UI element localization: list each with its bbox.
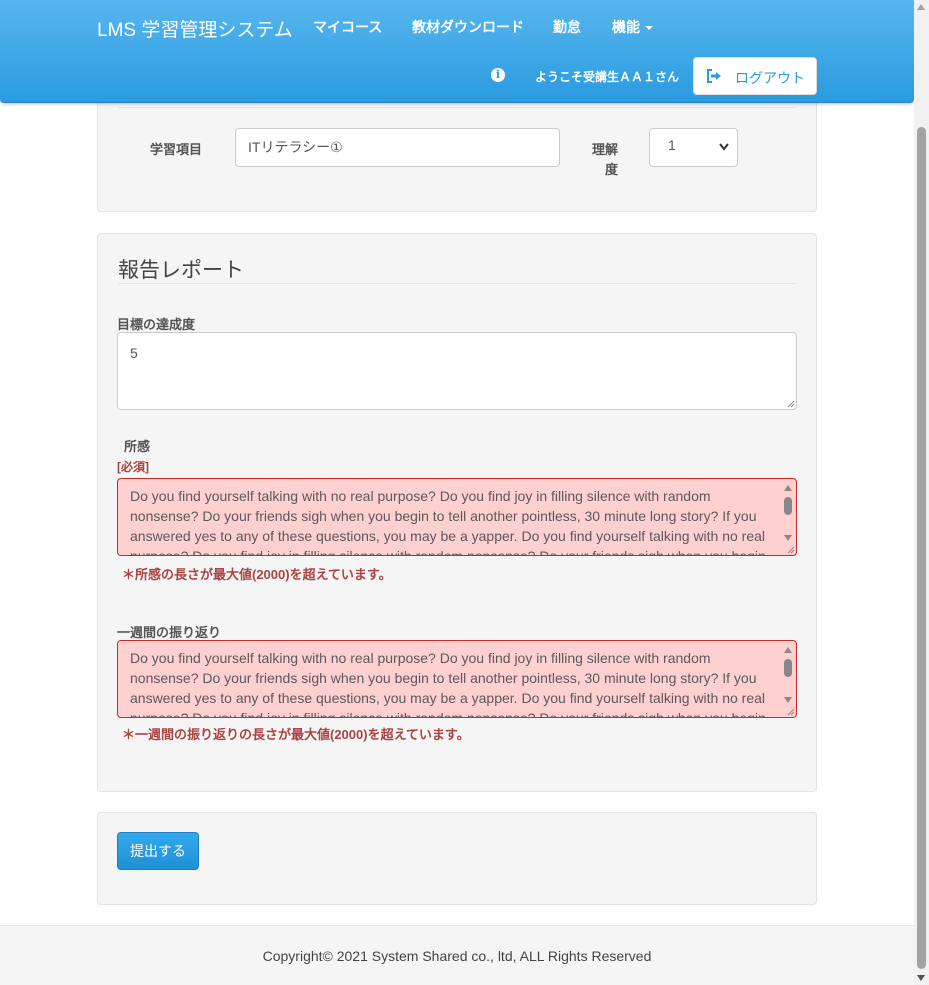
report-panel: 報告レポート 目標の達成度 5 所感 [必須] Do you find your… — [97, 233, 817, 792]
submit-panel: 提出する — [97, 812, 817, 905]
divider — [118, 283, 796, 284]
goal-value: 5 — [130, 345, 138, 361]
nav-material-download[interactable]: 教材ダウンロード — [412, 17, 524, 37]
scroll-down-arrow-icon[interactable] — [917, 975, 925, 981]
scroll-up-arrow-icon[interactable] — [917, 4, 925, 10]
goal-label: 目標の達成度 — [117, 317, 196, 332]
textarea-scrollbar[interactable] — [782, 643, 794, 707]
understanding-label-1: 理解 — [592, 142, 619, 157]
brand-link[interactable]: LMS 学習管理システム — [97, 15, 293, 42]
scroll-up-arrow-icon[interactable] — [784, 485, 792, 491]
divider — [118, 107, 796, 108]
nav-my-course[interactable]: マイコース — [313, 17, 382, 37]
scroll-up-arrow-icon[interactable] — [784, 647, 792, 653]
study-item-value: ITリテラシー① — [248, 139, 343, 155]
chevron-down-icon — [719, 143, 729, 151]
goal-textarea[interactable]: 5 — [117, 332, 797, 410]
page-scrollbar[interactable] — [914, 0, 929, 985]
resize-grip-icon[interactable] — [787, 708, 795, 716]
understanding-label-2: 度 — [605, 162, 619, 177]
weekly-label: 一週間の振り返り — [117, 625, 222, 640]
understanding-value: 1 — [668, 137, 676, 153]
resize-grip-icon[interactable] — [787, 546, 795, 554]
required-tag: [必須] — [117, 460, 149, 474]
study-item-label: 学習項目 — [150, 142, 203, 157]
info-icon[interactable]: i — [491, 68, 505, 82]
submit-button[interactable]: 提出する — [117, 832, 199, 870]
welcome-text[interactable]: ようこそ受講生ＡＡ１さん — [535, 68, 679, 85]
logout-icon — [707, 69, 721, 83]
weekly-error: ＊一週間の振り返りの長さが最大値(2000)を超えています。 — [122, 727, 470, 742]
scroll-thumb[interactable] — [784, 659, 792, 677]
impression-label: 所感 — [124, 439, 151, 454]
understanding-select[interactable]: 1 — [649, 128, 738, 167]
logout-button[interactable]: ログアウト — [693, 57, 817, 95]
footer: Copyright© 2021 System Shared co., ltd, … — [0, 925, 914, 985]
textarea-scrollbar[interactable] — [782, 481, 794, 545]
caret-down-icon — [645, 26, 653, 31]
page-canvas: 学習項目 ITリテラシー① 理解 度 1 報告レポート 目標の達成度 5 所感 … — [0, 0, 914, 985]
scroll-thumb[interactable] — [784, 497, 792, 515]
nav-attendance[interactable]: 勤怠 — [553, 17, 581, 37]
navbar: LMS 学習管理システム マイコース 教材ダウンロード 勤怠 機能 i ようこそ… — [0, 0, 914, 103]
report-title: 報告レポート — [118, 259, 244, 282]
nav-functions-dropdown[interactable]: 機能 — [612, 17, 653, 37]
page-scroll-thumb[interactable] — [917, 127, 926, 969]
scroll-down-arrow-icon[interactable] — [784, 535, 792, 541]
impression-textarea[interactable]: Do you find yourself talking with no rea… — [117, 478, 797, 556]
copyright-text: Copyright© 2021 System Shared co., ltd, … — [262, 948, 652, 964]
study-item-input[interactable]: ITリテラシー① — [235, 128, 560, 167]
nav-functions-label: 機能 — [612, 19, 640, 35]
resize-grip-icon[interactable] — [787, 400, 795, 408]
weekly-text: Do you find yourself talking with no rea… — [130, 650, 766, 718]
impression-text: Do you find yourself talking with no rea… — [130, 488, 766, 556]
scroll-down-arrow-icon[interactable] — [784, 697, 792, 703]
weekly-textarea[interactable]: Do you find yourself talking with no rea… — [117, 640, 797, 718]
logout-label: ログアウト — [735, 70, 805, 86]
impression-error: ＊所感の長さが最大値(2000)を超えています。 — [122, 567, 392, 582]
